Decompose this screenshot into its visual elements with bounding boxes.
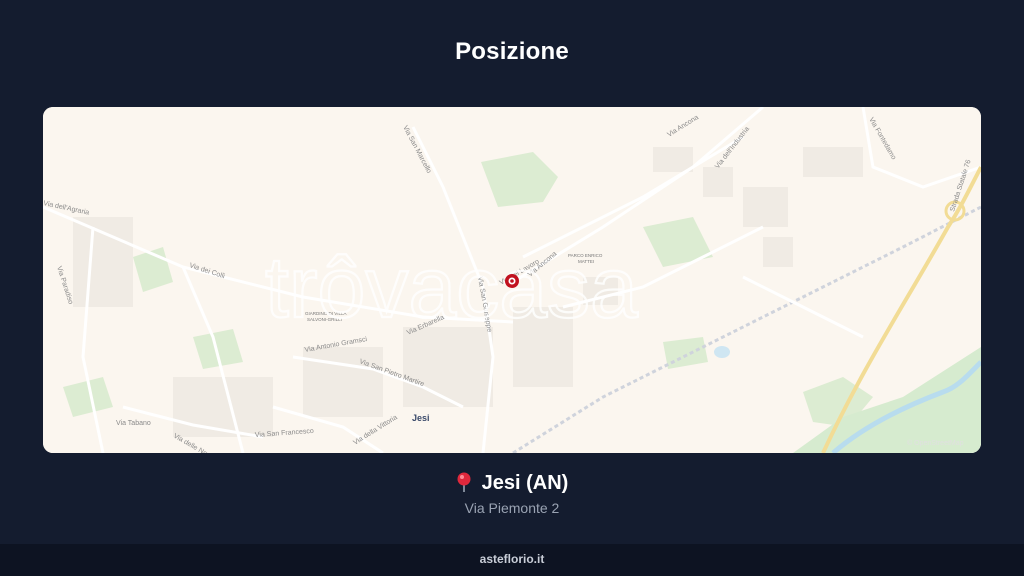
page-title: Posizione bbox=[455, 38, 569, 65]
street-label: Via Tabano bbox=[116, 420, 151, 427]
location-marker-icon[interactable] bbox=[505, 274, 519, 288]
footer: asteflorio.it bbox=[0, 544, 1024, 576]
brand-watermark: trôvacasa bbox=[265, 240, 638, 336]
location-title: Jesi (AN) bbox=[0, 472, 1024, 498]
location-map[interactable]: Via San Marcello Via Ancona Via dell'Ind… bbox=[43, 107, 981, 453]
footer-site-link[interactable]: asteflorio.it bbox=[480, 552, 545, 566]
map-credit: © OpenStreetMap bbox=[907, 439, 964, 447]
pushpin-icon bbox=[456, 472, 472, 498]
location-city: Jesi (AN) bbox=[481, 472, 569, 494]
city-map-label: Jesi bbox=[412, 413, 430, 423]
location-address: Via Piemonte 2 bbox=[464, 500, 560, 516]
lake bbox=[714, 346, 730, 358]
